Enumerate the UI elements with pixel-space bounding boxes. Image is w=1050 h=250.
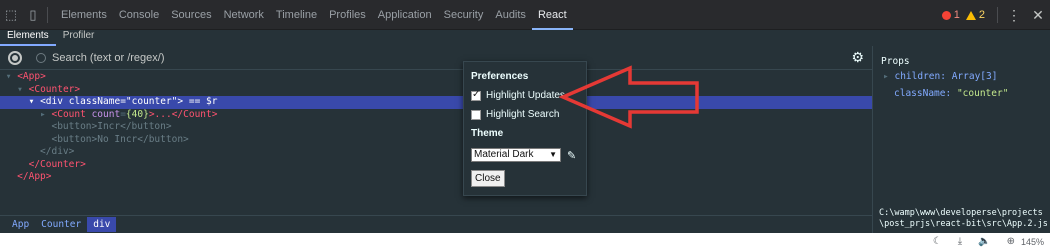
subtab-elements[interactable]: Elements bbox=[0, 30, 56, 46]
tree-row-app[interactable]: ▾ <App> bbox=[0, 71, 872, 84]
edit-pencil-icon[interactable]: ✎ bbox=[567, 149, 576, 162]
expand-triangle-icon[interactable]: ▾ bbox=[6, 71, 12, 82]
tab-console[interactable]: Console bbox=[113, 0, 165, 30]
highlight-search-label: Highlight Search bbox=[486, 109, 560, 120]
theme-select[interactable]: Material Dark ▼ bbox=[471, 148, 561, 162]
breadcrumb-counter[interactable]: Counter bbox=[35, 217, 87, 232]
search-icon bbox=[36, 52, 46, 63]
prop-children[interactable]: ▸ children: Array[3] bbox=[883, 71, 997, 82]
toolbar-right-group: 1 2 ⋮ ✕ bbox=[941, 0, 1050, 30]
component-tree: ▾ <App> ▾ <Counter> ▾ <div className="co… bbox=[0, 71, 872, 215]
close-icon[interactable]: ✕ bbox=[1026, 0, 1050, 30]
expand-triangle-icon[interactable]: ▾ bbox=[17, 84, 23, 95]
error-icon bbox=[941, 10, 951, 20]
tree-row-counter-close[interactable]: </Counter> bbox=[0, 159, 872, 172]
search-input[interactable] bbox=[52, 51, 352, 64]
tree-row-button-incr[interactable]: <button>Incr</button> bbox=[0, 121, 872, 134]
annotation-arrow bbox=[558, 65, 699, 129]
inspect-element-icon[interactable]: ⬚ bbox=[0, 0, 22, 30]
search-bar: ⚙ bbox=[0, 46, 872, 70]
breadcrumb-div[interactable]: div bbox=[87, 217, 117, 232]
night-mode-icon[interactable]: ☾ bbox=[933, 236, 942, 247]
tab-security[interactable]: Security bbox=[438, 0, 490, 30]
download-icon[interactable]: ⤓ bbox=[958, 236, 962, 247]
react-subtabs: Elements Profiler bbox=[0, 30, 1050, 46]
tab-audits[interactable]: Audits bbox=[489, 0, 532, 30]
tree-row-div-close[interactable]: </div> bbox=[0, 146, 872, 159]
more-options-icon[interactable]: ⋮ bbox=[1002, 0, 1026, 30]
tree-row-count[interactable]: ▸ <Count count={40}>...</Count> bbox=[0, 109, 872, 122]
tree-row-counter[interactable]: ▾ <Counter> bbox=[0, 84, 872, 97]
props-panel: Props ▸ children: Array[3] className: "c… bbox=[872, 46, 1050, 233]
select-element-icon[interactable] bbox=[8, 50, 22, 65]
prop-classname[interactable]: className: "counter" bbox=[894, 88, 1008, 99]
breadcrumb-app[interactable]: App bbox=[6, 217, 35, 232]
collapsed-triangle-icon[interactable]: ▸ bbox=[40, 109, 46, 120]
tab-profiles[interactable]: Profiles bbox=[323, 0, 372, 30]
zoom-level: 145% bbox=[1020, 236, 1044, 247]
device-toolbar-icon[interactable]: ▯ bbox=[22, 0, 44, 30]
dropdown-arrow-icon: ▼ bbox=[549, 150, 557, 159]
tab-timeline[interactable]: Timeline bbox=[270, 0, 323, 30]
tree-row-div-selected[interactable]: ▾ <div className="counter"> == $r bbox=[0, 96, 872, 109]
annotation-arrow-shape bbox=[558, 65, 699, 129]
expand-triangle-icon[interactable]: ▾ bbox=[29, 96, 35, 107]
gear-icon[interactable]: ⚙ bbox=[851, 49, 864, 66]
tab-elements[interactable]: Elements bbox=[55, 0, 113, 30]
tree-row-app-close[interactable]: </App> bbox=[0, 171, 872, 184]
highlight-updates-label: Highlight Updates bbox=[486, 90, 565, 101]
props-header: Props bbox=[881, 56, 910, 67]
breadcrumb: App Counter div bbox=[0, 215, 872, 233]
devtools-toolbar: ⬚ ▯ Elements Console Sources Network Tim… bbox=[0, 0, 1050, 30]
status-bar: ☾ ⤓ 🔈 ⊕ 145% bbox=[0, 233, 1050, 250]
collapsed-triangle-icon[interactable]: ▸ bbox=[883, 71, 889, 82]
tab-network[interactable]: Network bbox=[218, 0, 270, 30]
warning-count[interactable]: 2 bbox=[979, 9, 985, 21]
highlight-search-checkbox[interactable] bbox=[471, 109, 481, 120]
warning-icon bbox=[965, 10, 976, 20]
tab-application[interactable]: Application bbox=[372, 0, 438, 30]
tab-react[interactable]: React bbox=[531, 0, 573, 30]
theme-row: Material Dark ▼ ✎ bbox=[471, 148, 579, 162]
toolbar-divider bbox=[47, 6, 48, 23]
toolbar-divider bbox=[997, 7, 998, 23]
subtab-profiler[interactable]: Profiler bbox=[56, 30, 102, 46]
error-count[interactable]: 1 bbox=[954, 9, 960, 21]
tab-sources[interactable]: Sources bbox=[165, 0, 217, 30]
tree-row-button-no-incr[interactable]: <button>No Incr</button> bbox=[0, 134, 872, 147]
close-button[interactable]: Close bbox=[471, 170, 505, 187]
highlight-updates-checkbox[interactable] bbox=[471, 89, 481, 101]
source-file-path[interactable]: C:\wamp\www\developerse\projects\post_pr… bbox=[879, 208, 1049, 230]
speaker-icon[interactable]: 🔈 bbox=[978, 236, 990, 247]
zoom-icon[interactable]: ⊕ bbox=[1007, 236, 1015, 247]
